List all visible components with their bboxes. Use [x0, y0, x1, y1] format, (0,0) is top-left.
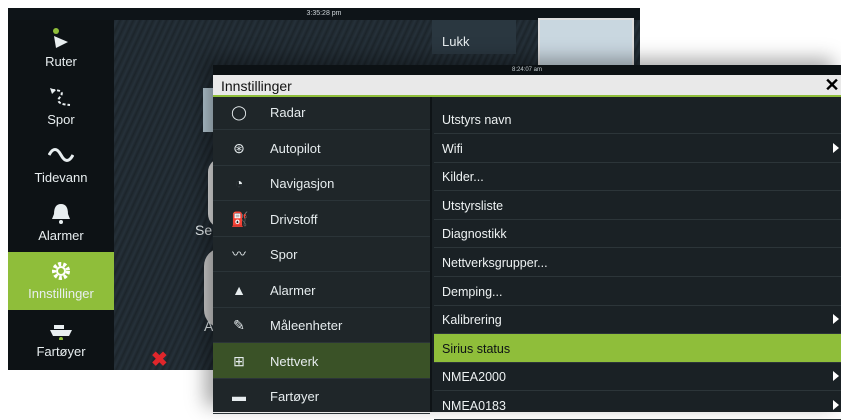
chart-thumbnail: [538, 18, 634, 72]
settings-option-item[interactable]: Kalibrering: [434, 305, 841, 335]
settings-option-label: NMEA2000: [442, 370, 506, 385]
route-icon: [48, 28, 74, 50]
settings-option-item[interactable]: Nettverksgrupper...: [434, 248, 841, 277]
settings-category-label: Måleenheter: [270, 318, 343, 333]
close-icon[interactable]: ✕: [821, 75, 841, 95]
settings-option-label: Kilder...: [442, 170, 484, 185]
settings-category-list: ◯ Radar ⊛ Autopilot ◔ Navigasjon ⛽ Drivstoff 〰 Sp…: [213, 94, 430, 414]
vessel-icon: ▬: [232, 388, 246, 404]
settings-category-label: Autopilot: [270, 140, 321, 156]
dialog-title: Innstillinger: [221, 78, 292, 94]
settings-category-label: Alarmer: [270, 282, 316, 298]
sidebar-item-label: Innstillinger: [28, 286, 94, 301]
fuel-icon: ⛽: [231, 210, 249, 227]
sidebar-item-fartoyer[interactable]: Fartøyer: [8, 310, 114, 368]
settings-category-item[interactable]: ◔ Navigasjon: [213, 165, 430, 201]
autopilot-icon: ⊛: [233, 139, 245, 156]
settings-category-label: Nettverk: [270, 353, 319, 369]
chevron-right-icon: [833, 314, 839, 325]
settings-category-label: Fartøyer: [270, 389, 320, 404]
settings-option-item[interactable]: Utstyrs navn: [434, 105, 841, 134]
settings-category-item[interactable]: ▬ Fartøyer: [213, 378, 430, 414]
settings-option-label: Kalibrering: [442, 313, 502, 328]
sidebar-item-label: Ruter: [45, 54, 77, 69]
tide-icon: [47, 144, 75, 166]
radar-icon: ◯: [231, 104, 247, 120]
settings-category-item[interactable]: ⊞ Nettverk: [213, 342, 430, 379]
chevron-right-icon: [833, 142, 839, 153]
settings-option-label: Utstyrsliste: [442, 198, 504, 213]
trail-icon: 〰: [232, 246, 246, 262]
sidebar-item-label: Fartøyer: [36, 344, 86, 359]
settings-option-item[interactable]: Diagnostikk: [434, 219, 841, 249]
settings-option-label: Sirius status: [442, 341, 511, 356]
vessel-icon: [48, 318, 74, 341]
dialog-clock: 8:24:07 am: [511, 67, 543, 73]
settings-option-label: Diagnostikk: [442, 227, 507, 242]
settings-options-list: Utstyrs navn Wifi Kilder... Utstyrsliste Dia…: [430, 97, 841, 420]
ruler-icon: ✎: [233, 317, 245, 333]
settings-category-item[interactable]: ✎ Måleenheter: [213, 307, 430, 343]
sidebar-item-spor[interactable]: Spor: [8, 78, 114, 136]
settings-category-label: Drivstoff: [270, 211, 318, 227]
settings-option-item[interactable]: NMEA0183: [434, 391, 841, 420]
settings-category-item[interactable]: ◯ Radar: [213, 94, 430, 130]
sidebar-item-tidevann[interactable]: Tidevann: [8, 136, 114, 194]
settings-category-item[interactable]: ⊛ Autopilot: [213, 130, 430, 166]
settings-category-item[interactable]: ⛽ Drivstoff: [213, 201, 430, 237]
settings-option-label: NMEA0183: [442, 399, 506, 413]
settings-option-item[interactable]: Wifi: [434, 134, 841, 163]
close-button[interactable]: Lukk: [432, 20, 516, 54]
sidebar-item-innstillinger[interactable]: Innstillinger: [8, 252, 114, 310]
settings-category-item[interactable]: 〰 Spor: [213, 236, 430, 272]
sidebar-item-label: Tidevann: [34, 170, 88, 185]
settings-category-label: Radar: [270, 105, 306, 120]
trail-icon: [48, 86, 74, 108]
network-icon: ⊞: [233, 352, 245, 369]
settings-option-label: Demping...: [442, 284, 503, 299]
settings-option-item[interactable]: Kilder...: [434, 162, 841, 192]
settings-option-item[interactable]: Demping...: [434, 277, 841, 306]
settings-option-item[interactable]: Sirius status: [434, 333, 841, 363]
settings-option-label: Utstyrs navn: [442, 113, 512, 127]
close-x-icon[interactable]: ✖: [151, 347, 168, 370]
dialog-status-bar: 8:24:07 am: [213, 65, 841, 75]
background-clock: 3:35:28 pm: [306, 10, 342, 17]
chevron-right-icon: [833, 400, 839, 410]
sidebar-item-ruter[interactable]: Ruter: [8, 20, 114, 78]
chevron-right-icon: [833, 371, 839, 382]
bell-icon: [48, 202, 74, 224]
settings-dialog: 8:24:07 am Innstillinger ✕ ◯ Radar ⊛ Autopi…: [213, 65, 841, 420]
sidebar-item-label: Alarmer: [38, 228, 84, 243]
settings-option-label: Wifi: [442, 141, 463, 156]
compass-icon: ◔: [234, 175, 244, 191]
settings-category-label: Spor: [270, 247, 298, 262]
bell-icon: ▲: [232, 281, 246, 298]
sidebar-item-alarmer[interactable]: Alarmer: [8, 194, 114, 252]
gear-icon: [48, 260, 74, 282]
settings-option-item[interactable]: Utstyrsliste: [434, 191, 841, 220]
close-button-label: Lukk: [442, 34, 470, 49]
settings-option-label: Nettverksgrupper...: [442, 256, 548, 270]
background-sidebar: Ruter Spor Tidevann Alarmer Innstillinge…: [8, 20, 114, 370]
settings-category-label: Navigasjon: [270, 176, 335, 191]
settings-category-item[interactable]: ▲ Alarmer: [213, 272, 430, 308]
sidebar-item-label: Spor: [47, 112, 75, 127]
settings-option-item[interactable]: NMEA2000: [434, 362, 841, 392]
